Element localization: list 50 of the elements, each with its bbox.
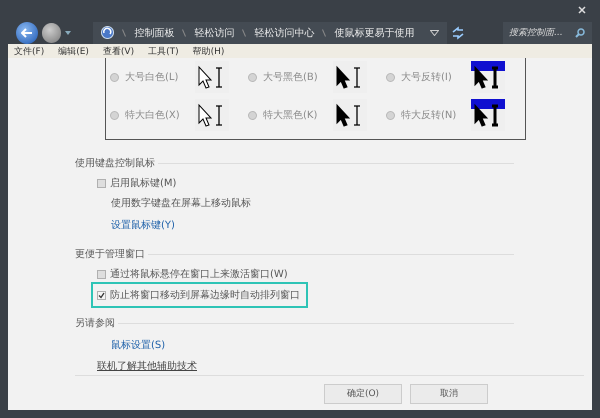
menu-item[interactable]: 文件(F) bbox=[12, 44, 46, 58]
link[interactable]: 设置鼠标键(Y) bbox=[111, 213, 175, 238]
checkbox-label: 启用鼠标键(M) bbox=[110, 176, 176, 190]
section-heading: 使用键盘控制鼠标 bbox=[75, 156, 155, 170]
section-heading: 更便于管理窗口 bbox=[75, 248, 145, 262]
checkbox-label: 防止将窗口移动到屏幕边缘时自动排列窗口 bbox=[110, 288, 300, 302]
breadcrumb-item[interactable]: 轻松访问中心 bbox=[254, 26, 314, 40]
checkbox-label: 通过将鼠标悬停在窗口上来激活窗口(W) bbox=[110, 268, 288, 282]
dialog-button[interactable]: 确定(O) bbox=[324, 384, 402, 404]
separator-icon bbox=[122, 28, 126, 37]
menu-item[interactable]: 查看(V) bbox=[100, 44, 136, 58]
refresh-icon[interactable] bbox=[451, 26, 466, 40]
dropdown-arrow-icon[interactable] bbox=[430, 30, 440, 36]
radio-button[interactable] bbox=[386, 110, 395, 120]
breadcrumb-item[interactable]: 控制面板 bbox=[134, 26, 174, 40]
checkbox[interactable] bbox=[97, 270, 106, 279]
radio-button[interactable] bbox=[248, 72, 257, 82]
dialog-button[interactable]: 取消 bbox=[410, 384, 488, 404]
menu-item[interactable]: 编辑(E) bbox=[56, 44, 91, 58]
radio-button[interactable] bbox=[248, 110, 257, 120]
dropdown-arrow-icon[interactable] bbox=[65, 30, 72, 35]
checkbox[interactable] bbox=[97, 290, 106, 300]
radio-label: 特大黑色(K) bbox=[263, 108, 318, 122]
search-icon bbox=[575, 28, 586, 38]
radio-button[interactable] bbox=[386, 72, 395, 82]
radio-label: 大号黑色(B) bbox=[263, 70, 319, 84]
link[interactable]: 联机了解其他辅助技术 bbox=[97, 357, 197, 376]
separator-icon bbox=[242, 28, 246, 37]
control-panel-icon bbox=[101, 26, 114, 40]
back-button[interactable] bbox=[16, 22, 38, 44]
radio-button[interactable] bbox=[110, 110, 119, 120]
menu-item[interactable]: 工具(T) bbox=[146, 44, 181, 58]
menu-item[interactable]: 帮助(H) bbox=[190, 44, 226, 58]
address-bar[interactable]: 控制面板 轻松访问 轻松访问中心 使鼠标更易于使用 bbox=[93, 22, 448, 44]
radio-label: 特大白色(X) bbox=[125, 108, 181, 122]
checkbox[interactable] bbox=[97, 178, 106, 188]
radio-label: 大号白色(L) bbox=[125, 70, 180, 84]
radio-label: 大号反转(I) bbox=[401, 70, 453, 84]
breadcrumb-item[interactable]: 轻松访问 bbox=[194, 26, 234, 40]
section-heading: 另请参阅 bbox=[75, 316, 115, 330]
description-text: 使用数字键盘在屏幕上移动鼠标 bbox=[111, 196, 252, 212]
radio-label: 特大反转(N) bbox=[401, 108, 458, 122]
separator-icon bbox=[182, 28, 186, 37]
close-icon[interactable] bbox=[578, 6, 586, 14]
forward-button[interactable] bbox=[42, 22, 62, 43]
radio-button[interactable] bbox=[110, 72, 119, 82]
link[interactable]: 鼠标设置(S) bbox=[111, 333, 166, 358]
left-arrow-icon bbox=[20, 28, 33, 38]
separator-icon bbox=[322, 28, 326, 37]
breadcrumb-item[interactable]: 使鼠标更易于使用 bbox=[334, 26, 414, 40]
